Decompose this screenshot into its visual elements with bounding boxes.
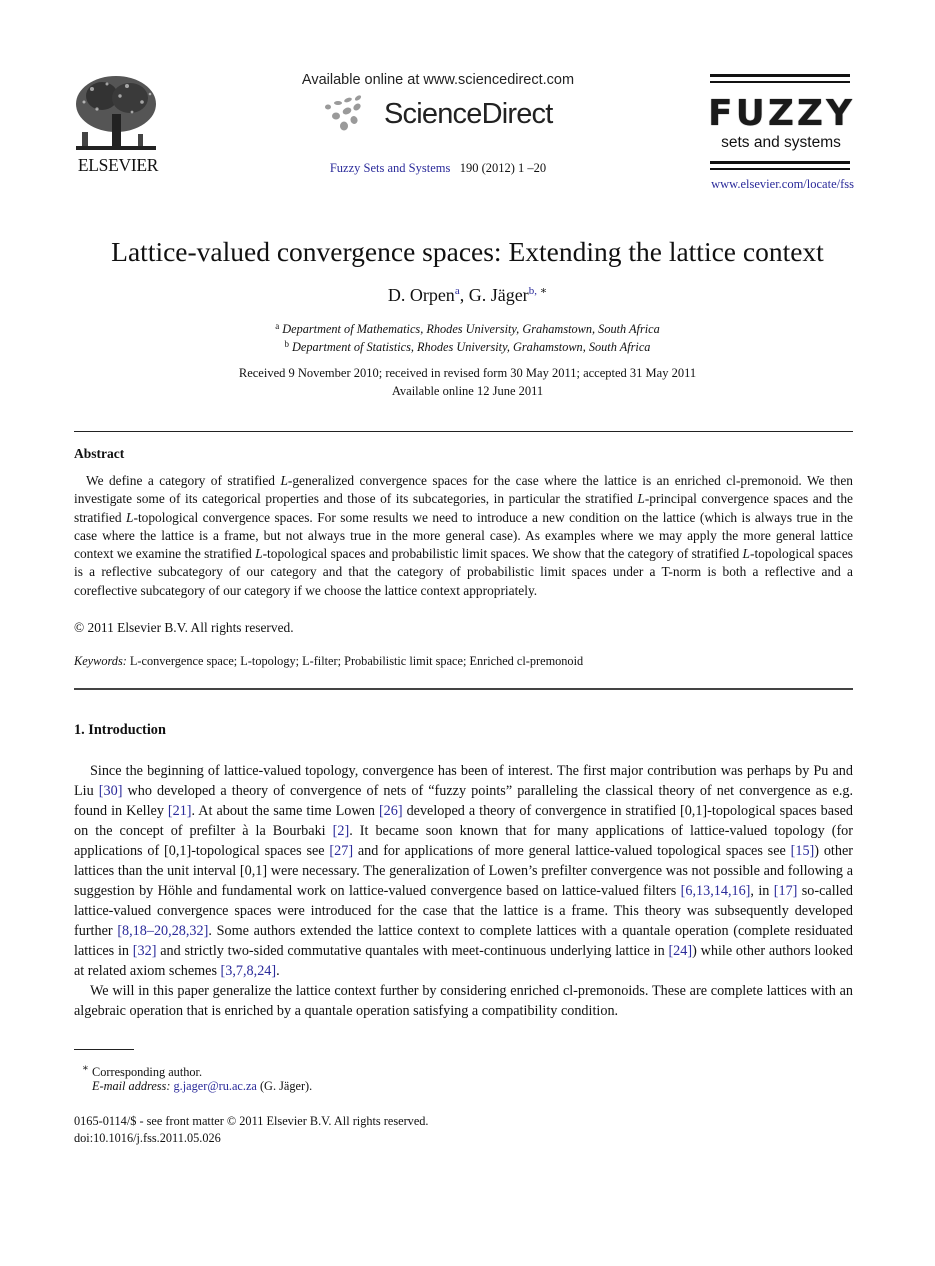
citation-link[interactable]: [32] — [133, 943, 157, 959]
affiliation: a Department of Mathematics, Rhodes Unive… — [0, 321, 935, 337]
citation-link[interactable]: [8,18–20,28,32] — [117, 923, 208, 939]
divider-bottom — [74, 688, 853, 690]
article-title: Lattice-valued convergence spaces: Exten… — [111, 236, 824, 267]
sciencedirect-wordmark: ScienceDirect — [384, 98, 553, 130]
citation-link[interactable]: [17] — [774, 883, 798, 899]
abstract-paragraph: We define a category of stratified L-gen… — [74, 472, 853, 600]
journal-name-link[interactable]: Fuzzy Sets and Systems — [330, 161, 450, 175]
sciencedirect-dots-icon — [325, 95, 362, 131]
doi[interactable]: doi:10.1016/j.fss.2011.05.026 — [74, 1131, 221, 1146]
author-list: D. Orpena, G. Jägerb, ∗ — [0, 284, 935, 306]
body-paragraph: Since the beginning of lattice-valued to… — [74, 761, 853, 981]
front-matter-notice: 0165-0114/$ - see front matter © 2011 El… — [74, 1114, 429, 1128]
body-text: and for applications of more general lat… — [353, 843, 791, 859]
keywords-label: Keywords: — [74, 654, 127, 668]
footnote-email: E-mail address: g.jager@ru.ac.za (G. Jäg… — [92, 1079, 312, 1094]
math-symbol: L — [255, 546, 263, 562]
body-text: . — [276, 963, 280, 979]
logo-rule-bottom-thin — [710, 168, 850, 170]
body-text: We will in this paper generalize the lat… — [74, 983, 853, 1019]
section-heading-introduction: 1. Introduction — [74, 722, 166, 738]
affiliation: b Department of Statistics, Rhodes Univer… — [0, 339, 935, 355]
email-label: E-mail address: — [92, 1079, 171, 1093]
affiliation-mark: b — [284, 339, 290, 349]
citation-link[interactable]: [15] — [791, 843, 815, 859]
available-online-date: Available online 12 June 2011 — [391, 384, 544, 398]
corresponding-author-mark[interactable]: ∗ — [537, 285, 547, 297]
logo-rule-top-thick — [710, 74, 850, 77]
email-owner: (G. Jäger). — [256, 1079, 313, 1093]
keywords-list: L-convergence space; L-topology; L-filte… — [129, 654, 584, 668]
elsevier-wordmark: ELSEVIER — [77, 155, 159, 175]
journal-reference: Fuzzy Sets and Systems 190 (2012) 1 –20 — [296, 161, 580, 176]
email-link[interactable]: g.jager@ru.ac.za — [174, 1079, 257, 1093]
available-online-text[interactable]: Available online at www.sciencedirect.co… — [296, 72, 580, 88]
abstract-text: We define a category of stratified — [86, 473, 281, 488]
logo-rule-top-thin — [710, 81, 850, 83]
divider-top — [74, 431, 853, 433]
citation-link[interactable]: [26] — [379, 803, 403, 819]
author-name: G. Jäger — [468, 285, 529, 305]
math-symbol: L — [280, 473, 288, 488]
citation-link[interactable]: [6,13,14,16] — [681, 883, 751, 899]
footnote-rule — [74, 1049, 134, 1050]
footnote-mark: ∗ — [82, 1063, 89, 1074]
fuzzy-sets-journal-logo: FUZZY sets and systems — [708, 74, 854, 178]
article-history: Received 9 November 2010; received in re… — [238, 366, 697, 380]
affiliation-text: Department of Statistics, Rhodes Univers… — [292, 340, 651, 354]
body-text: and strictly two-sided commutative quant… — [156, 943, 669, 959]
footnote-text: Corresponding author. — [88, 1065, 203, 1080]
journal-logo-main: FUZZY — [708, 93, 856, 134]
author-name: D. Orpen — [387, 285, 455, 305]
journal-logo-sub: sets and systems — [721, 134, 841, 151]
copyright-notice: © 2011 Elsevier B.V. All rights reserved… — [74, 620, 294, 635]
body-paragraph: We will in this paper generalize the lat… — [74, 981, 853, 1021]
affiliation-text: Department of Mathematics, Rhodes Univer… — [282, 322, 660, 336]
elsevier-logo: ELSEVIER — [72, 74, 164, 175]
body-text: . At about the same time Lowen — [191, 803, 379, 819]
citation-link[interactable]: [30] — [99, 783, 123, 799]
logo-rule-bottom-thick — [710, 161, 850, 164]
citation-link[interactable]: [21] — [168, 803, 192, 819]
elsevier-tree-icon — [76, 76, 156, 150]
sciencedirect-logo[interactable]: ScienceDirect — [322, 94, 562, 138]
introduction-body: Since the beginning of lattice-valued to… — [74, 761, 853, 1021]
journal-issue: 190 (2012) 1 –20 — [459, 161, 547, 175]
citation-link[interactable]: [24] — [668, 943, 692, 959]
author-separator: , — [459, 285, 469, 305]
affiliation-mark-link[interactable]: b, — [529, 285, 537, 297]
math-symbol: L — [742, 546, 750, 562]
journal-url-link[interactable]: www.elsevier.com/locate/fss — [690, 177, 854, 192]
keywords: Keywords: L-convergence space; L-topolog… — [74, 654, 583, 669]
abstract-heading: Abstract — [74, 446, 125, 461]
citation-link[interactable]: [27] — [329, 843, 353, 859]
abstract-text: -topological spaces and probabilistic li… — [262, 546, 743, 562]
citation-link[interactable]: [3,7,8,24] — [221, 963, 277, 979]
affiliation-mark: a — [275, 321, 280, 331]
footnote-corresponding-author: ∗ Corresponding author. — [82, 1062, 202, 1080]
citation-link[interactable]: [2] — [333, 823, 350, 839]
abstract-body: We define a category of stratified L-gen… — [74, 472, 853, 600]
math-symbol: L — [637, 491, 645, 507]
body-text: , in — [750, 883, 774, 899]
